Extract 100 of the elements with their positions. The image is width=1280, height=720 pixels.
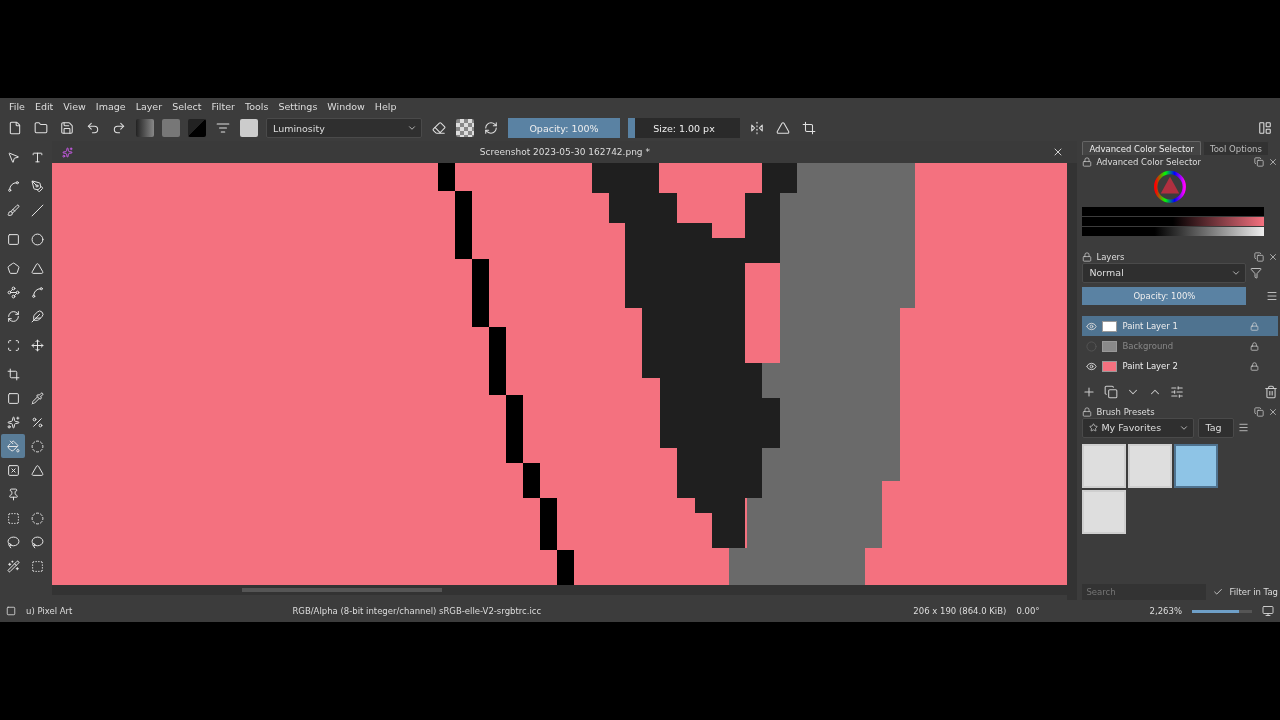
menu-icon [1266, 289, 1278, 302]
panel-title: Brush Presets [1096, 406, 1155, 417]
size-slider[interactable]: Size: 1.00 px [628, 118, 740, 138]
eraser-button[interactable] [430, 119, 448, 137]
duplicate-icon [1104, 384, 1119, 399]
percent-icon [30, 415, 44, 429]
feather-icon [30, 309, 44, 323]
menu-item[interactable]: Layer [130, 101, 168, 112]
filter-icon [1250, 266, 1263, 279]
menu-item[interactable]: Select [167, 101, 207, 112]
lock-icon [1250, 361, 1259, 371]
dashed-circle-icon [30, 511, 44, 525]
search-field[interactable]: Search [1082, 584, 1207, 600]
crossed-square-icon [6, 463, 20, 477]
dashed-circle-icon [30, 439, 44, 453]
redo-icon [112, 121, 126, 135]
rectangle-icon [6, 232, 20, 246]
alpha-lock-button[interactable] [456, 119, 474, 137]
lock-icon [1082, 252, 1093, 263]
mirror-icon [750, 121, 764, 135]
close-icon [1268, 406, 1278, 417]
brush-name: u) Pixel Art [26, 606, 73, 616]
rotation: 0.00° [1016, 606, 1040, 616]
scrollbar[interactable] [1067, 163, 1078, 600]
layer-row[interactable]: Paint Layer 2 [1082, 356, 1278, 377]
page-icon [8, 121, 22, 135]
menu-item[interactable]: Settings [273, 101, 323, 112]
dashed-rectangle-icon [6, 511, 20, 525]
sparkle-icon [6, 415, 20, 429]
brush-preset[interactable] [1174, 444, 1219, 488]
save-button[interactable] [58, 119, 76, 137]
document-title: Screenshot 2023-05-30 162742.png * [478, 147, 651, 157]
paint-bucket-icon [6, 439, 20, 453]
gradient-swatch[interactable] [136, 119, 154, 137]
dashed-square-icon [30, 559, 44, 573]
workspace-button[interactable] [1256, 119, 1274, 137]
move-icon [30, 338, 44, 352]
panel-title: Layers [1096, 252, 1125, 263]
layer-name: Paint Layer 1 [1122, 321, 1179, 332]
lasso-icon [30, 535, 44, 549]
menu-item[interactable]: Edit [29, 101, 59, 112]
pen-nib-icon [30, 179, 44, 193]
float-icon [1254, 157, 1264, 168]
scrollbar[interactable] [52, 585, 1068, 595]
tag-dropdown[interactable]: Tag [1198, 417, 1235, 438]
layer-name: Background [1122, 341, 1175, 352]
wrap-button[interactable] [774, 119, 792, 137]
opacity-slider[interactable]: Opacity: 100% [508, 118, 620, 138]
pattern-swatch[interactable] [162, 119, 180, 137]
menu-item[interactable]: Image [90, 101, 131, 112]
close-icon [1268, 157, 1278, 168]
menu-item[interactable]: Help [369, 101, 402, 112]
reload-button[interactable] [482, 119, 500, 137]
triangle-icon [776, 121, 790, 135]
mirror-button[interactable] [748, 119, 766, 137]
triangle-icon [30, 463, 44, 477]
layer-row[interactable]: Paint Layer 1 [1082, 316, 1278, 337]
docker-tab[interactable]: Tool Options [1202, 141, 1269, 156]
layer-opacity-slider[interactable]: Opacity: 100% [1082, 286, 1247, 305]
arrow-icon [6, 150, 20, 164]
eye-icon[interactable] [1086, 320, 1098, 332]
float-icon [1254, 252, 1264, 263]
checkbox[interactable] [1212, 586, 1224, 598]
crop-icon [802, 121, 816, 135]
magic-wand-icon [6, 559, 20, 573]
opacity-label: Opacity: 100% [529, 122, 599, 134]
brush-preset-swatch[interactable] [240, 119, 258, 137]
logo-icon [62, 146, 74, 158]
eye-icon[interactable] [1086, 360, 1098, 372]
curve-icon [6, 285, 20, 299]
docker-tab[interactable]: Advanced Color Selector [1082, 141, 1201, 156]
menu-item[interactable]: Window [322, 101, 370, 112]
zoom-slider[interactable] [1192, 609, 1252, 613]
color-sliders[interactable] [1082, 207, 1264, 237]
float-icon [1254, 406, 1264, 417]
lock-icon [1082, 406, 1093, 417]
folder-icon [34, 121, 48, 135]
lock-icon [1250, 341, 1259, 351]
menu-item[interactable]: Tools [239, 101, 274, 112]
layout-icon [1258, 121, 1272, 135]
color-space: RGB/Alpha (8-bit integer/channel) sRGB-elle-V2-srgbtrc.icc [292, 606, 542, 616]
favorites-dropdown[interactable]: My Favorites [1082, 417, 1195, 438]
menu-item[interactable]: Filter [206, 101, 240, 112]
zoom-level: 2,263% [1149, 606, 1182, 616]
sliders-icon [1170, 384, 1185, 399]
path-icon [30, 285, 44, 299]
line-icon [30, 203, 44, 217]
crop-button[interactable] [800, 119, 818, 137]
color-swatch[interactable] [188, 119, 206, 137]
undo-icon [86, 121, 100, 135]
tool-button[interactable] [1, 434, 26, 458]
chevron-down-icon [407, 123, 417, 133]
opacity-label: Opacity: 100% [1133, 290, 1196, 301]
image-size: 206 x 190 (864.0 KiB) [913, 606, 1007, 616]
menu-item[interactable]: File [4, 101, 30, 112]
monitor-icon [1262, 605, 1274, 617]
menu-item[interactable]: View [58, 101, 91, 112]
blend-mode-dropdown[interactable]: Luminosity [266, 118, 422, 138]
layer-blend-dropdown[interactable]: Normal [1082, 262, 1247, 283]
text-icon [30, 150, 44, 164]
